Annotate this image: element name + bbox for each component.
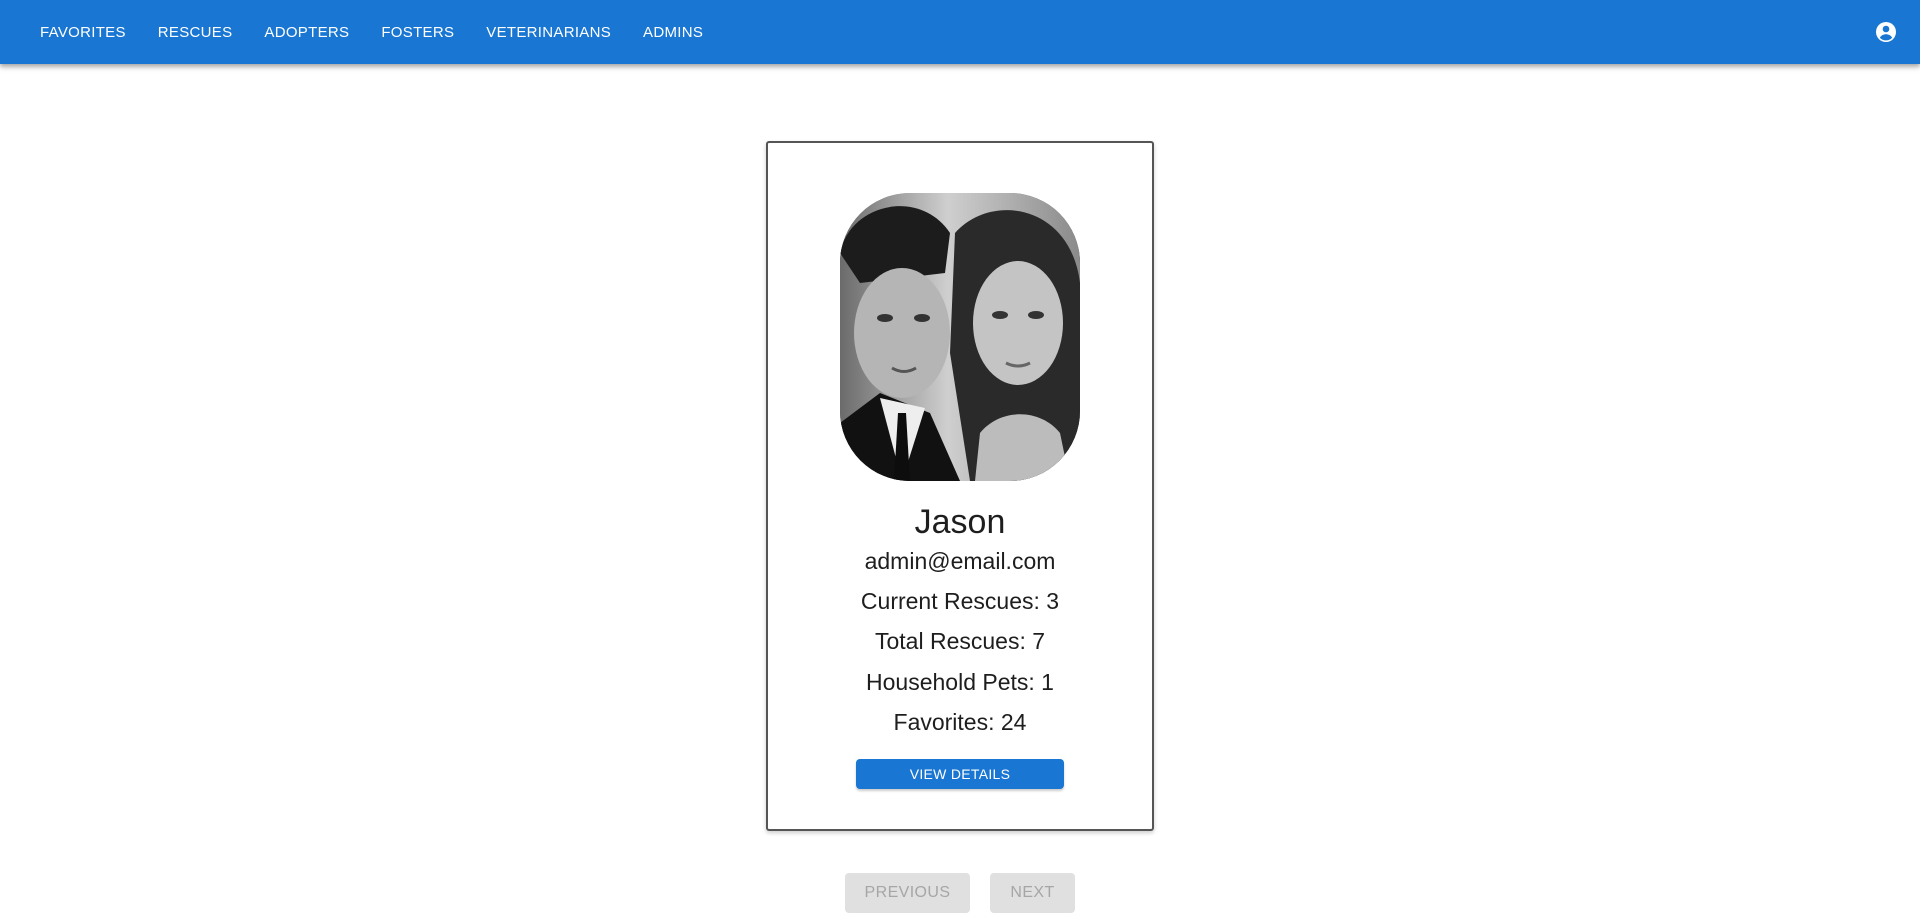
stat-current-rescues: Current Rescues: 3 (860, 588, 1060, 614)
next-button[interactable]: NEXT (990, 873, 1075, 913)
profile-email: admin@email.com (864, 548, 1056, 574)
nav-fosters[interactable]: FOSTERS (369, 16, 466, 49)
stat-favorites: Favorites: 24 (893, 709, 1027, 735)
profile-name: Jason (914, 503, 1006, 541)
main-nav: FAVORITES RESCUES ADOPTERS FOSTERS VETER… (28, 16, 723, 49)
nav-adopters[interactable]: ADOPTERS (252, 16, 361, 49)
nav-admins[interactable]: ADMINS (631, 16, 715, 49)
profile-card: Jason admin@email.com Current Rescues: 3… (766, 141, 1154, 831)
stat-household-pets: Household Pets: 1 (866, 669, 1054, 695)
stat-total-rescues: Total Rescues: 7 (874, 628, 1046, 654)
top-app-bar: FAVORITES RESCUES ADOPTERS FOSTERS VETER… (0, 0, 1920, 64)
nav-veterinarians[interactable]: VETERINARIANS (474, 16, 623, 49)
portrait-image (840, 193, 1080, 481)
profile-photo (840, 193, 1080, 481)
account-button[interactable] (1874, 20, 1898, 44)
account-circle-icon (1876, 22, 1896, 42)
nav-rescues[interactable]: RESCUES (146, 16, 245, 49)
previous-button[interactable]: PREVIOUS (845, 873, 970, 913)
nav-favorites[interactable]: FAVORITES (28, 16, 138, 49)
view-details-button[interactable]: VIEW DETAILS (856, 759, 1064, 789)
